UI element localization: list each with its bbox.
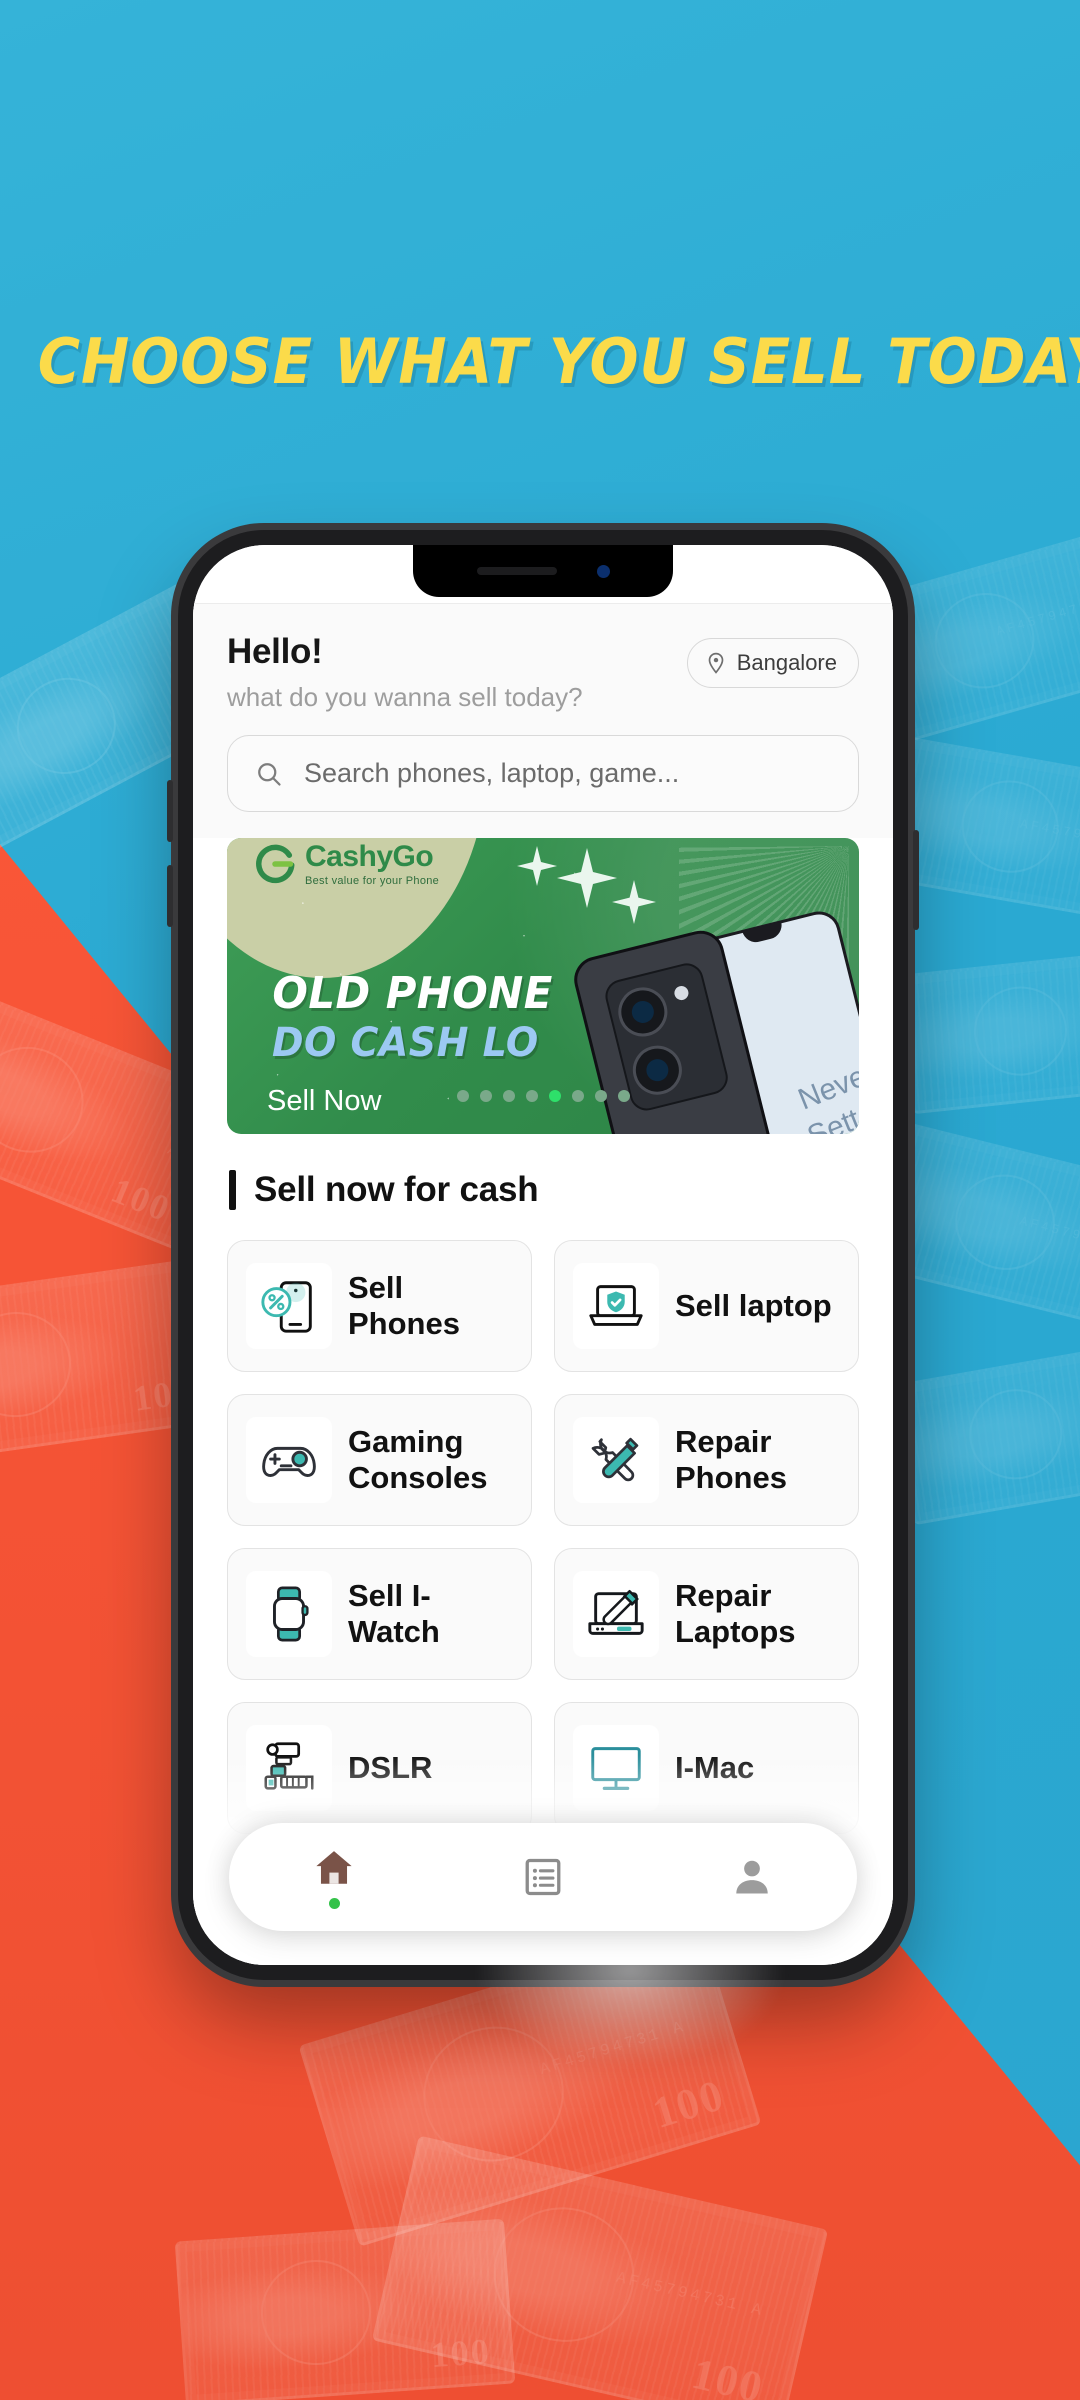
carousel-dot[interactable] (549, 1090, 561, 1102)
banner-headline-line2: DO CASH LO (272, 1020, 539, 1066)
promo-banner[interactable]: CashyGo Best value for your Phone Neve S… (227, 838, 859, 1134)
carousel-dot[interactable] (595, 1090, 607, 1102)
home-icon (316, 1851, 352, 1884)
search-section: Search phones, laptop, game... (193, 729, 893, 838)
decorative-banknote: 100 (174, 2218, 516, 2400)
category-label: Repair Laptops (675, 1578, 796, 1649)
search-input[interactable]: Search phones, laptop, game... (227, 735, 859, 812)
category-label: I-Mac (675, 1750, 755, 1786)
banner-brand-logo: CashyGo Best value for your Phone (253, 842, 439, 887)
phone-discount-icon (246, 1263, 332, 1349)
section-accent-bar (229, 1170, 236, 1210)
smartwatch-icon (246, 1571, 332, 1657)
banner-logo-tagline: Best value for your Phone (305, 875, 440, 887)
carousel-dot[interactable] (526, 1090, 538, 1102)
category-card-sell-phones[interactable]: Sell Phones (227, 1240, 532, 1372)
front-camera-icon (596, 564, 610, 578)
wrench-screwdriver-icon (573, 1417, 659, 1503)
app-screen: Hello! what do you wanna sell today? Ban… (193, 545, 893, 1965)
banner-headline-line1: OLD PHONE (272, 968, 553, 1019)
promo-banner-section: CashyGo Best value for your Phone Neve S… (193, 838, 893, 1134)
nav-item-orders[interactable] (521, 1855, 565, 1899)
phone-notch (413, 545, 673, 597)
nav-item-profile[interactable] (729, 1854, 775, 1900)
banner-carousel-dots[interactable] (457, 1090, 630, 1102)
category-label: Sell I-Watch (348, 1578, 440, 1649)
map-pin-icon (708, 652, 724, 674)
category-card-dslr[interactable]: DSLR (227, 1702, 532, 1834)
list-icon (525, 1858, 561, 1896)
section-title: Sell now for cash (254, 1170, 539, 1209)
category-label: Sell Phones (348, 1270, 460, 1341)
category-card-repair-laptops[interactable]: Repair Laptops (554, 1548, 859, 1680)
nav-item-home[interactable] (311, 1845, 357, 1909)
category-label: DSLR (348, 1750, 433, 1786)
search-icon (258, 762, 281, 786)
category-label: Gaming Consoles (348, 1424, 488, 1495)
phone-screen: Hello! what do you wanna sell today? Ban… (193, 545, 893, 1965)
carousel-dot[interactable] (503, 1090, 515, 1102)
person-icon (736, 1860, 768, 1894)
phone-volume-up-button (167, 780, 173, 842)
app-header: Hello! what do you wanna sell today? Ban… (193, 603, 893, 729)
laptop-screwdriver-icon (573, 1571, 659, 1657)
location-chip[interactable]: Bangalore (686, 638, 859, 688)
banner-cta-label[interactable]: Sell Now (267, 1085, 381, 1118)
greeting-block: Hello! what do you wanna sell today? (227, 632, 583, 713)
greeting-title: Hello! (227, 632, 323, 671)
phone-mockup: Hello! what do you wanna sell today? Ban… (167, 530, 919, 1980)
category-label: Sell laptop (675, 1288, 832, 1324)
bottom-navigation-bar (229, 1823, 857, 1931)
category-card-sell-i-watch[interactable]: Sell I-Watch (227, 1548, 532, 1680)
carousel-dot[interactable] (480, 1090, 492, 1102)
category-card-sell-laptop[interactable]: Sell laptop (554, 1240, 859, 1372)
poster-headline: CHOOSE WHAT YOU SELL TODAY (37, 325, 1080, 398)
earpiece-speaker (476, 567, 557, 575)
nav-active-indicator (328, 1898, 340, 1909)
category-label: Repair Phones (675, 1424, 787, 1495)
search-placeholder: Search phones, laptop, game... (304, 758, 680, 788)
phone-volume-down-button (167, 865, 173, 927)
location-label: Bangalore (736, 650, 837, 675)
banner-logo-name: CashyGo (305, 840, 434, 873)
category-card-gaming-consoles[interactable]: Gaming Consoles (227, 1394, 532, 1526)
category-card-i-mac[interactable]: I-Mac (554, 1702, 859, 1834)
section-header: Sell now for cash (193, 1134, 893, 1216)
imac-monitor-icon (573, 1725, 659, 1811)
category-card-repair-phones[interactable]: Repair Phones (554, 1394, 859, 1526)
phone-power-button (913, 830, 919, 930)
laptop-shield-icon (573, 1263, 659, 1349)
category-grid: Sell Phones Sell laptop Gaming Consoles … (193, 1216, 893, 1834)
carousel-dot[interactable] (618, 1090, 630, 1102)
gamepad-icon (246, 1417, 332, 1503)
cashygo-logo-icon (256, 844, 295, 884)
dslr-camera-icon (246, 1725, 332, 1811)
greeting-subtitle: what do you wanna sell today? (227, 682, 583, 712)
carousel-dot[interactable] (572, 1090, 584, 1102)
carousel-dot[interactable] (457, 1090, 469, 1102)
